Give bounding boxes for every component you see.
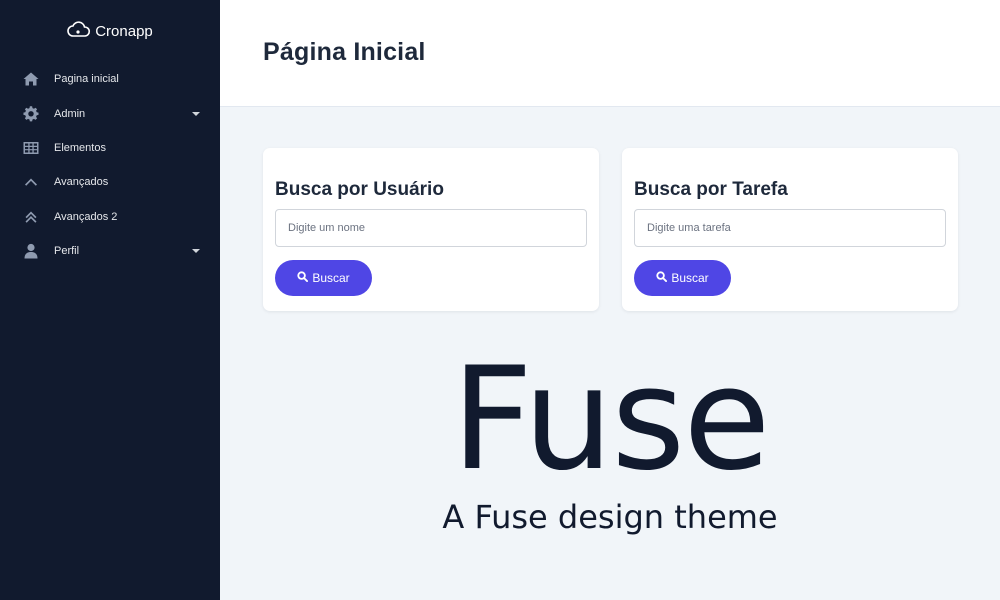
brand-subtitle: A Fuse design theme bbox=[442, 498, 778, 536]
card-title: Busca por Usuário bbox=[275, 179, 444, 200]
search-icon bbox=[656, 271, 668, 285]
search-user-button[interactable]: Buscar bbox=[275, 260, 372, 296]
button-label: Buscar bbox=[312, 271, 350, 285]
sidebar-item-label: Elementos bbox=[54, 141, 106, 154]
sidebar-item-pagina-inicial[interactable]: Pagina inicial bbox=[0, 62, 220, 96]
button-label: Buscar bbox=[671, 271, 709, 285]
sidebar: Cronapp Pagina inicial Admin Elementos A… bbox=[0, 0, 220, 600]
sidebar-item-elementos[interactable]: Elementos bbox=[0, 131, 220, 165]
home-icon bbox=[22, 70, 40, 88]
sidebar-item-avancados[interactable]: Avançados bbox=[0, 165, 220, 199]
gear-icon bbox=[22, 105, 40, 123]
sidebar-item-label: Perfil bbox=[54, 245, 80, 258]
caret-down-icon bbox=[192, 111, 200, 116]
app-logo[interactable]: Cronapp bbox=[0, 0, 220, 62]
sidebar-item-label: Avançados 2 bbox=[54, 210, 118, 223]
page-title: Página Inicial bbox=[263, 38, 426, 66]
chevron-up-icon bbox=[22, 173, 40, 191]
sidebar-item-label: Admin bbox=[54, 107, 86, 120]
user-search-input[interactable] bbox=[275, 209, 587, 247]
sidebar-item-perfil[interactable]: Perfil bbox=[0, 234, 220, 268]
cloud-icon bbox=[67, 20, 91, 42]
card-title: Busca por Tarefa bbox=[634, 179, 788, 200]
sidebar-item-admin[interactable]: Admin bbox=[0, 96, 220, 130]
brand-title: Fuse bbox=[451, 337, 770, 502]
search-icon bbox=[297, 271, 309, 285]
app-logo-text: Cronapp bbox=[95, 22, 153, 40]
caret-down-icon bbox=[192, 249, 200, 254]
user-icon bbox=[22, 242, 40, 260]
sidebar-item-label: Avançados bbox=[54, 176, 109, 189]
page-header: Página Inicial bbox=[220, 0, 1000, 107]
task-search-input[interactable] bbox=[634, 209, 946, 247]
sidebar-nav: Pagina inicial Admin Elementos Avançados… bbox=[0, 62, 220, 268]
search-user-card: Busca por Usuário Buscar bbox=[263, 148, 599, 311]
search-task-card: Busca por Tarefa Buscar bbox=[622, 148, 958, 311]
double-chevron-up-icon bbox=[22, 208, 40, 226]
search-task-button[interactable]: Buscar bbox=[634, 260, 731, 296]
table-icon bbox=[22, 139, 40, 157]
sidebar-item-label: Pagina inicial bbox=[54, 73, 119, 86]
sidebar-item-avancados-2[interactable]: Avançados 2 bbox=[0, 200, 220, 234]
